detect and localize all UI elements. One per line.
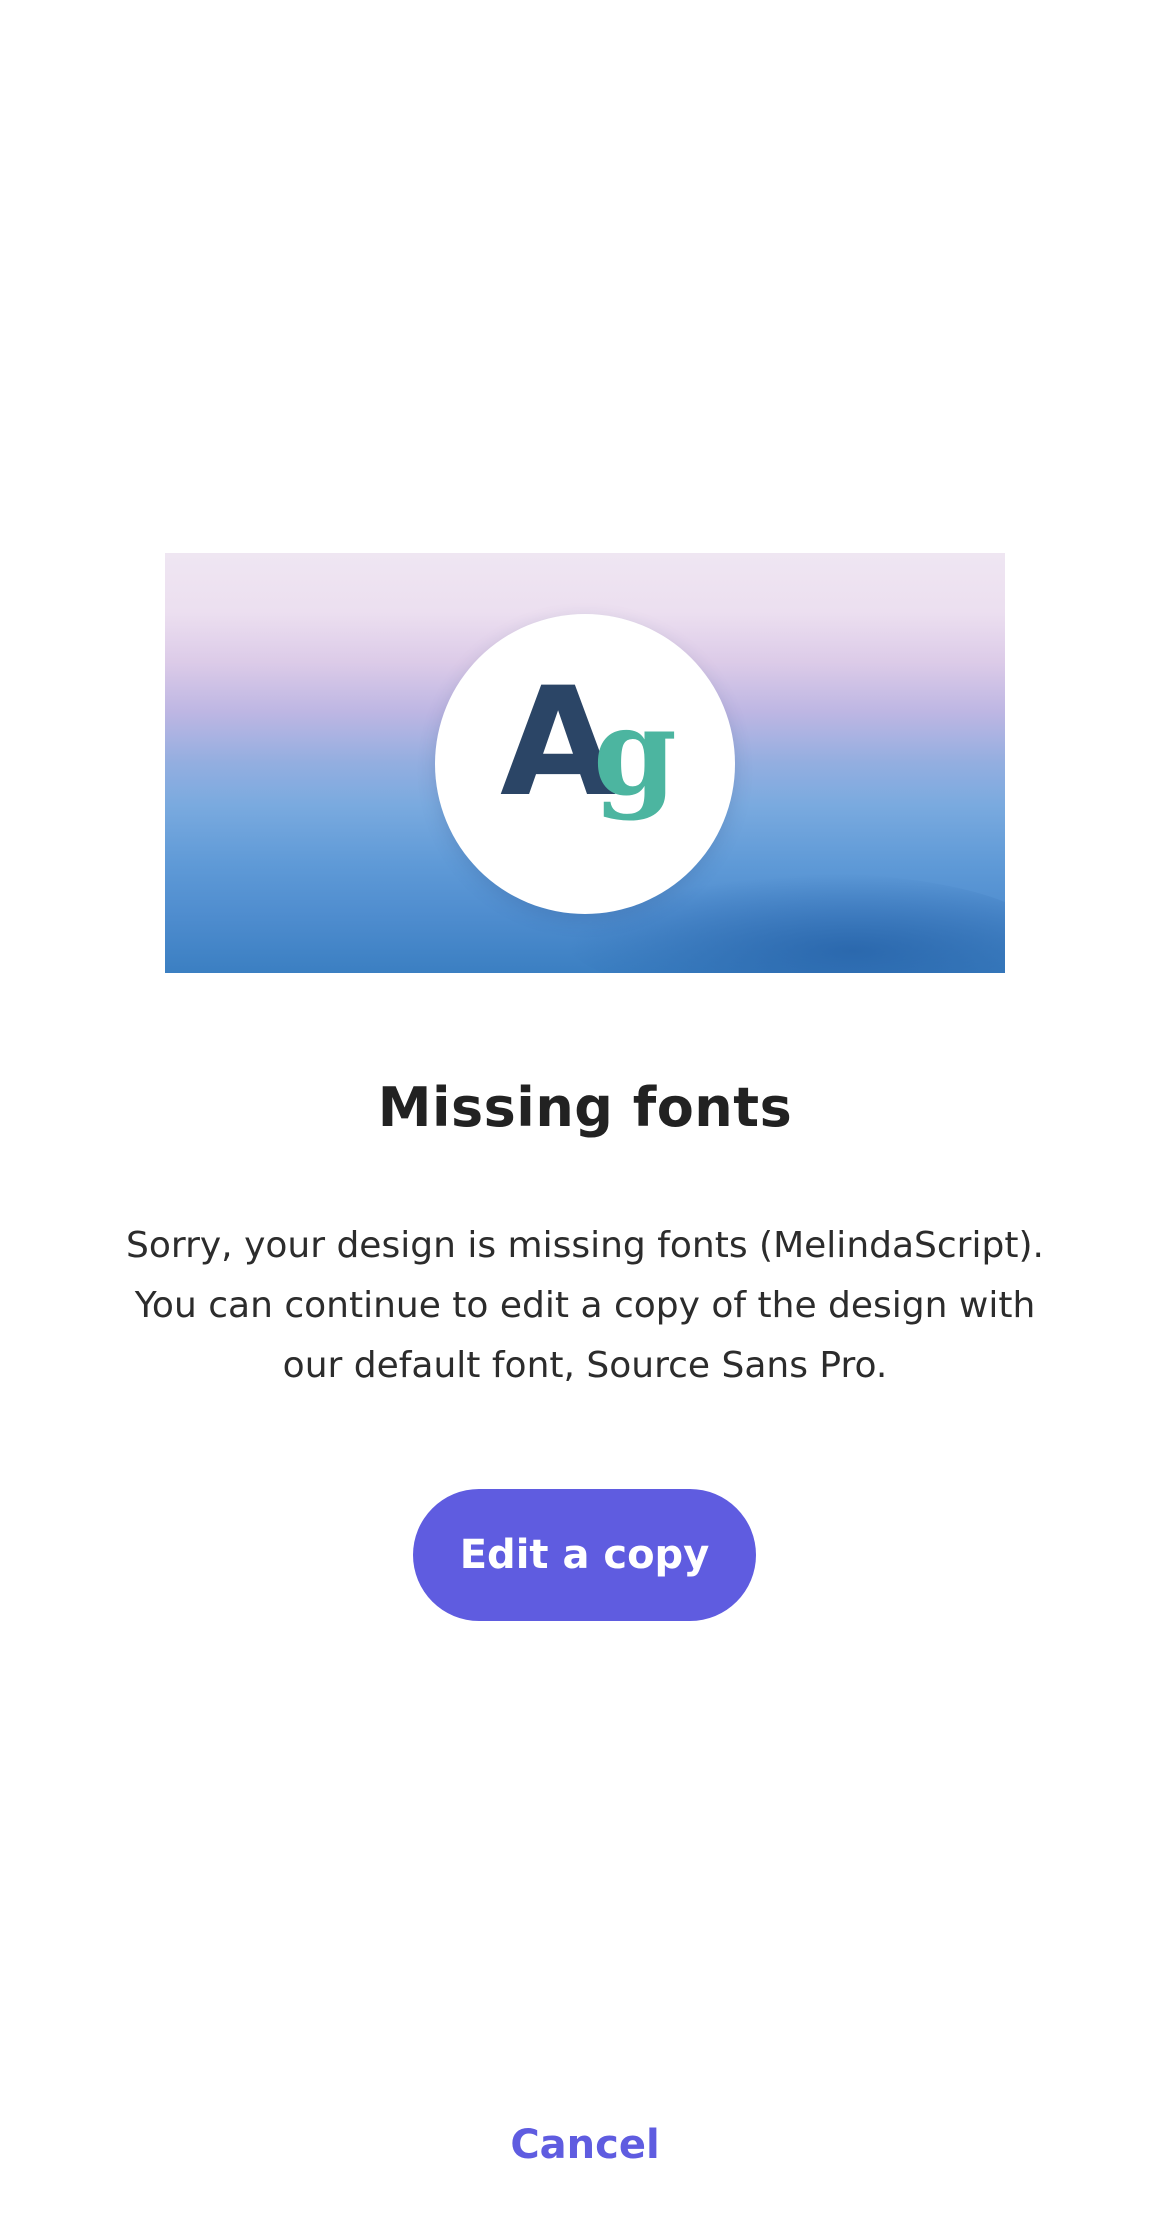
dialog-message: Sorry, your design is missing fonts (Mel… (126, 1225, 1044, 1386)
missing-fonts-illustration: A g (165, 553, 1005, 973)
dialog-title: Missing fonts (377, 1076, 793, 1139)
glyph-secondary: g (593, 682, 677, 823)
cancel-button[interactable]: Cancel (0, 2112, 1170, 2178)
edit-a-copy-button[interactable]: Edit a copy (413, 1489, 756, 1621)
font-badge: A g (435, 614, 735, 914)
font-glyph-icon: A g (500, 656, 677, 830)
